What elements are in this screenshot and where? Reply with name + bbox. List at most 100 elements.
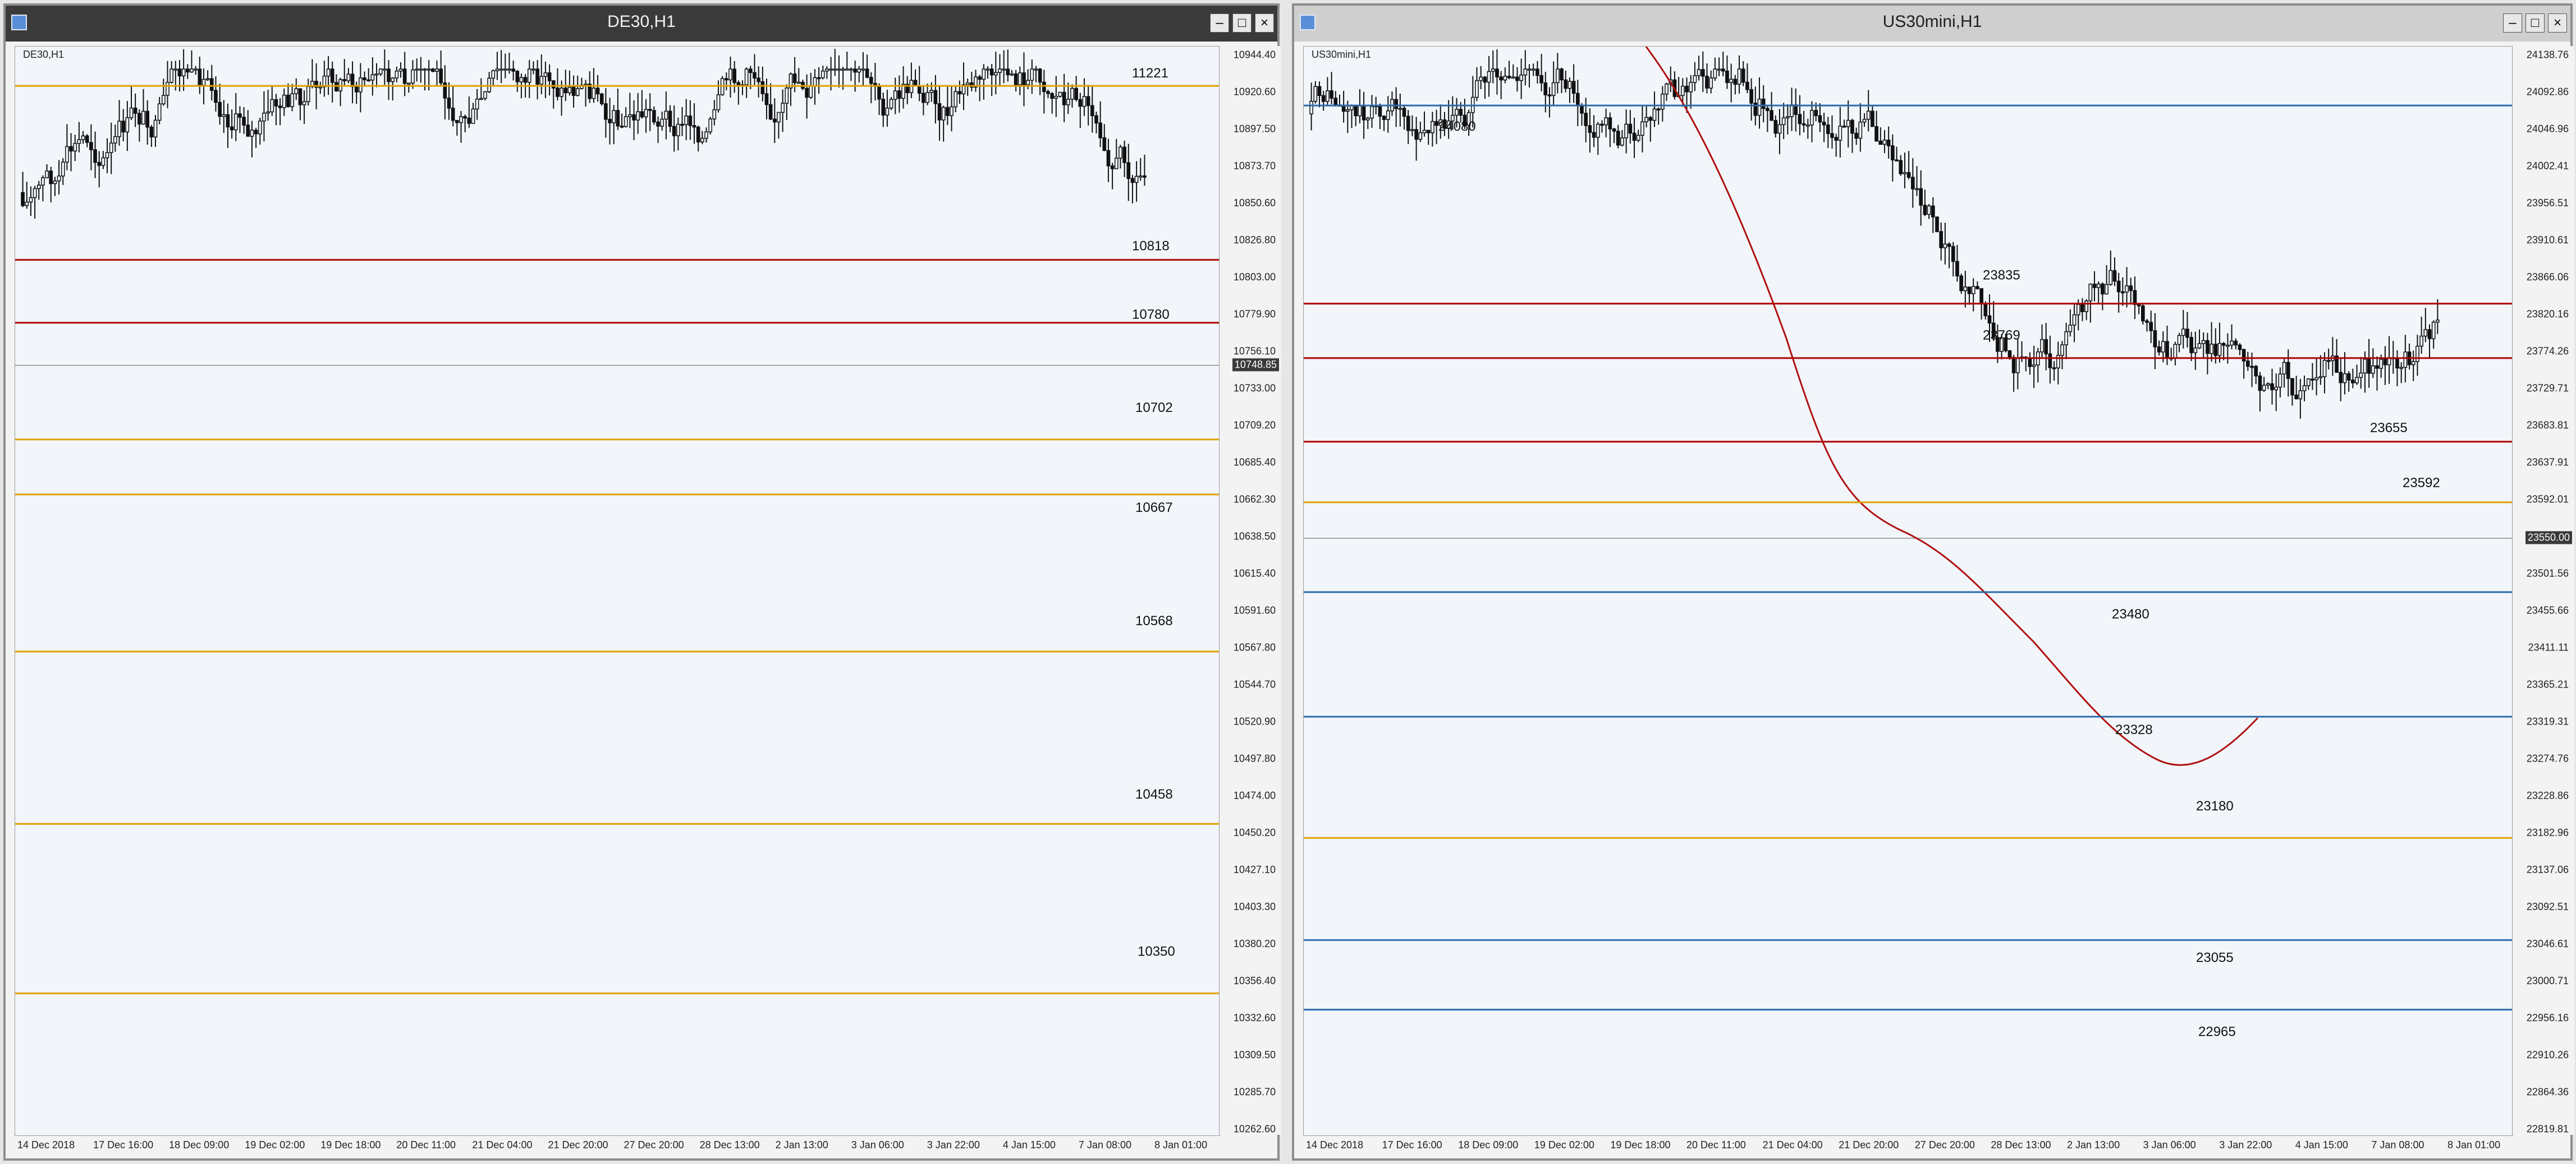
candle-body [2149, 322, 2153, 331]
candle-body [2234, 340, 2238, 346]
candle-body [507, 68, 511, 71]
candle-body [1134, 176, 1139, 183]
price-chart-area[interactable]: DE30,H1 11221 10818 10780 10702 10667 10568 10… [15, 46, 1220, 1151]
candle-body [463, 116, 467, 119]
candle-body [515, 71, 520, 83]
close-button[interactable]: × [1255, 13, 1274, 33]
maximize-button[interactable]: □ [2525, 13, 2545, 33]
candle-body [2431, 322, 2436, 340]
price-tick-label: 10380.20 [1233, 938, 1276, 950]
time-axis-label: 27 Dec 20:00 [624, 1139, 684, 1151]
title-bar[interactable]: US30mini,H1 – □ × [1294, 6, 2570, 42]
price-tick-label: 10897.50 [1233, 123, 1276, 135]
candle-body [2294, 395, 2298, 400]
candle-body [1749, 89, 1753, 104]
candle-body [402, 68, 407, 84]
candle-body [2326, 360, 2331, 362]
candle-body [1487, 71, 1491, 83]
candle-body [117, 121, 121, 138]
candle-body [282, 94, 286, 108]
candle-body [2161, 341, 2165, 352]
candle-body [330, 68, 334, 83]
candle-body [318, 86, 323, 89]
candle-body [1414, 129, 1418, 140]
candle-body [2040, 339, 2044, 352]
candle-body [1026, 80, 1030, 85]
candle-body [732, 68, 736, 83]
candle-body [2206, 340, 2210, 354]
candle-body [137, 113, 141, 125]
candle-body [222, 114, 226, 117]
close-button[interactable]: × [2548, 13, 2567, 33]
candle-body [753, 72, 757, 79]
candle-body [2129, 285, 2133, 291]
candle-body [656, 121, 660, 127]
candle-body [1126, 162, 1131, 179]
window-title: US30mini,H1 [1882, 12, 1982, 31]
candle-body [1483, 76, 1487, 83]
candle-body [2226, 345, 2230, 347]
candle-body [2250, 365, 2254, 368]
price-tick-label: 10309.50 [1233, 1049, 1276, 1061]
candle-body [2011, 357, 2016, 373]
candle-body [36, 184, 41, 189]
title-bar[interactable]: DE30,H1 – □ × [6, 6, 1277, 42]
candle-body [1058, 91, 1062, 97]
candle-body [2016, 358, 2020, 373]
candle-body [556, 88, 560, 97]
candle-body [306, 86, 310, 102]
candle-body [913, 80, 918, 86]
candle-body [81, 135, 85, 140]
candle-body [2213, 343, 2218, 356]
minimize-button[interactable]: – [2503, 13, 2522, 33]
candle-body [1620, 137, 1624, 146]
candle-body [986, 68, 990, 71]
candle-body [1394, 99, 1398, 109]
candle-body [1741, 68, 1745, 83]
candle-body [1697, 69, 1701, 76]
candle-body [1874, 126, 1878, 142]
candle-body [725, 78, 728, 81]
candle-body [181, 68, 186, 77]
candle-body [1608, 117, 1612, 130]
candle-body [2245, 360, 2250, 367]
candle-body [93, 149, 97, 163]
chart-window-us30mini[interactable]: US30mini,H1 – □ × US30mini,H1 24080 23835… [1292, 3, 2574, 1161]
candle-body [628, 114, 632, 117]
candle-body [1330, 90, 1333, 99]
candle-body [608, 118, 612, 123]
candle-body [845, 68, 849, 71]
minimize-button[interactable]: – [1210, 13, 1229, 33]
candle-body [599, 93, 604, 104]
price-scale[interactable]: 24138.76 24092.86 24046.96 24002.41 23956.51… [2512, 46, 2574, 1135]
candle-body [230, 126, 234, 131]
chart-window-de30[interactable]: DE30,H1 – □ × DE30,H1 11221 10818 10780 107… [3, 3, 1281, 1161]
candle-body [1362, 105, 1366, 121]
price-tick-label: 10591.60 [1233, 604, 1276, 616]
candle-body [2140, 305, 2145, 322]
candle-body [1370, 106, 1374, 119]
maximize-button[interactable]: □ [1232, 13, 1252, 33]
candle-body [1102, 137, 1107, 151]
price-scale[interactable]: 10944.40 10920.60 10897.50 10873.70 10850.60… [1219, 46, 1281, 1135]
candle-body [700, 138, 704, 143]
candle-body [77, 139, 81, 144]
price-tick-label: 23910.61 [2526, 234, 2569, 246]
candle-body [2298, 390, 2303, 400]
candle-body [1927, 205, 1931, 215]
price-tick-label: 22819.81 [2526, 1123, 2569, 1135]
candle-body [1034, 68, 1038, 71]
price-tick-label: 23455.66 [2526, 604, 2569, 616]
candle-body [2153, 330, 2157, 347]
time-axis-label: 21 Dec 04:00 [472, 1139, 533, 1151]
price-tick-label: 23228.86 [2526, 790, 2569, 801]
candle-body [2072, 314, 2077, 326]
candle-body [1491, 68, 1495, 72]
candle-body [423, 68, 427, 71]
candle-body [1822, 121, 1826, 126]
candle-body [2242, 349, 2246, 361]
price-chart-area[interactable]: US30mini,H1 24080 23835 23769 23655 23592 234… [1303, 46, 2513, 1151]
level-label: 10568 [1135, 613, 1173, 629]
candle-body [954, 91, 958, 108]
candle-body [45, 170, 49, 178]
